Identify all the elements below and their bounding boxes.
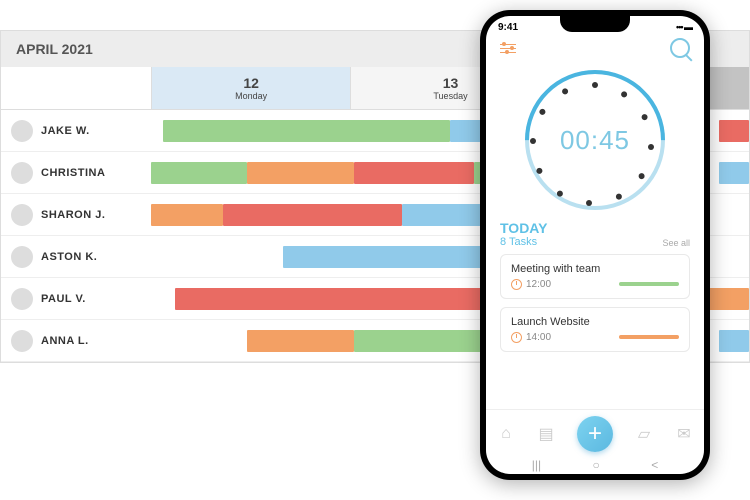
task-count: 8 Tasks — [500, 236, 547, 248]
day-monday[interactable]: 12Monday — [151, 67, 350, 109]
person-cell[interactable]: ANNA L. — [1, 330, 151, 352]
avatar — [11, 246, 33, 268]
home-icon[interactable]: ⌂ — [497, 425, 515, 443]
list-icon[interactable]: ▤ — [537, 425, 555, 443]
task-card[interactable]: Meeting with team 12:00 — [500, 254, 690, 299]
person-cell[interactable]: SHARON J. — [1, 204, 151, 226]
see-all-link[interactable]: See all — [662, 238, 690, 248]
today-label: TODAY — [500, 220, 547, 236]
person-cell[interactable]: ASTON K. — [1, 246, 151, 268]
avatar — [11, 162, 33, 184]
avatar — [11, 204, 33, 226]
android-back[interactable]: ||| — [532, 458, 541, 472]
folder-icon[interactable]: ▱ — [635, 425, 653, 443]
avatar — [11, 288, 33, 310]
person-cell[interactable]: CHRISTINA — [1, 162, 151, 184]
android-recent[interactable]: < — [651, 458, 658, 472]
add-button[interactable]: + — [577, 416, 613, 452]
phone-mockup: 9:41 ••• ▬ 00:45 TODAY 8 Tasks See all M… — [480, 10, 710, 480]
avatar — [11, 330, 33, 352]
android-home[interactable]: ○ — [593, 458, 600, 472]
filter-icon[interactable] — [500, 44, 516, 53]
progress-bar — [619, 282, 679, 286]
search-icon[interactable] — [670, 38, 690, 58]
person-cell[interactable]: PAUL V. — [1, 288, 151, 310]
avatar — [11, 120, 33, 142]
task-card[interactable]: Launch Website 14:00 — [500, 307, 690, 352]
clock-icon — [511, 332, 522, 343]
bottom-nav: ⌂ ▤ + ▱ ✉ — [486, 409, 704, 454]
progress-bar — [619, 335, 679, 339]
mail-icon[interactable]: ✉ — [675, 425, 693, 443]
clock-icon — [511, 279, 522, 290]
person-cell[interactable]: JAKE W. — [1, 120, 151, 142]
timer-dial[interactable]: 00:45 — [525, 70, 665, 210]
